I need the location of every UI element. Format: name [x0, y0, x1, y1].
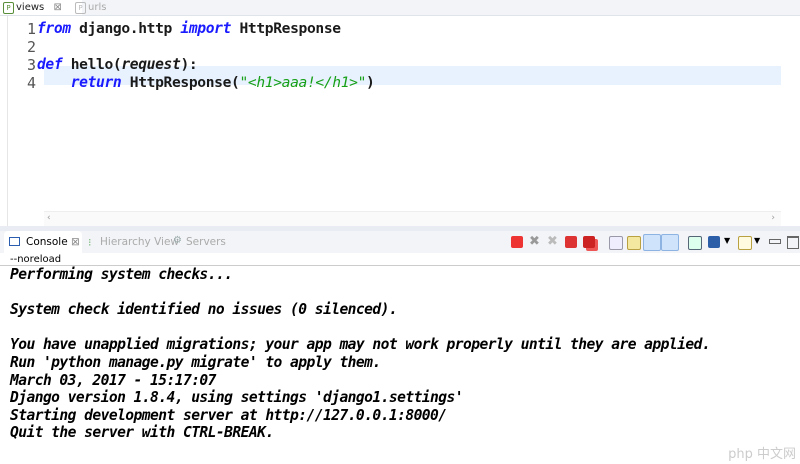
terminate-icon[interactable] [511, 236, 523, 248]
console-tab-bar: Console ⊠ ⁝ Hierarchy View ⚙ Servers [0, 231, 800, 253]
code-token: HttpResponse( [121, 74, 240, 91]
code-editor[interactable] [7, 16, 800, 226]
line-number: 4 [26, 74, 36, 92]
code-token: request [121, 56, 181, 73]
open-console-icon[interactable] [738, 236, 752, 250]
editor-tab-bar: Pviews ⊠ Purls [0, 0, 800, 16]
chevron-down-icon[interactable]: ▼ [724, 236, 730, 245]
terminate-relaunch-icon[interactable] [565, 236, 577, 248]
line-number: 2 [26, 38, 36, 56]
servers-icon: ⚙ [173, 235, 182, 246]
console-line: Run 'python manage.py migrate' to apply … [10, 353, 381, 371]
code-token: ) [366, 74, 375, 91]
chevron-down-icon[interactable]: ▼ [754, 236, 760, 245]
show-on-stdout-icon[interactable] [643, 234, 661, 251]
line-number: 3 [26, 56, 36, 74]
tab-console[interactable]: Console ⊠ [4, 231, 82, 253]
console-output[interactable]: Performing system checks... System check … [10, 266, 711, 442]
remove-all-icon[interactable]: ✖ [547, 235, 559, 248]
code-token: HttpResponse [231, 20, 341, 37]
tab-hierarchy-view[interactable]: Hierarchy View [100, 235, 179, 249]
horizontal-scrollbar[interactable]: ‹ › [44, 211, 781, 226]
code-token: django.http [70, 20, 181, 37]
code-line: return HttpResponse("<h1>aaa!</h1>") [37, 74, 375, 92]
terminate-all-icon[interactable] [583, 236, 595, 248]
console-line: Django version 1.8.4, using settings 'dj… [10, 389, 464, 407]
line-number: 1 [26, 20, 36, 38]
remove-launch-icon[interactable]: ✖ [529, 235, 541, 248]
python-file-icon: P [75, 2, 86, 14]
console-line: Performing system checks... [10, 266, 233, 283]
python-file-icon: P [3, 2, 14, 14]
code-token: "<h1>aaa!</h1>" [239, 74, 367, 91]
code-token: from [37, 20, 71, 37]
code-line: from django.http import HttpResponse [37, 20, 341, 38]
code-token: return [70, 74, 122, 91]
close-icon[interactable]: ⊠ [71, 235, 80, 249]
console-line: Quit the server with CTRL-BREAK. [10, 424, 274, 442]
hierarchy-icon: ⁝ [88, 236, 92, 249]
code-token: hello( [62, 56, 122, 73]
display-console-icon[interactable] [708, 236, 720, 248]
console-process-label: --noreload [0, 253, 800, 266]
maximize-icon[interactable] [787, 236, 799, 249]
code-token: ): [180, 56, 198, 73]
minimize-icon[interactable] [769, 239, 781, 244]
code-token: import [180, 20, 232, 37]
code-line: def hello(request): [37, 56, 198, 74]
pin-console-icon[interactable] [688, 236, 702, 250]
tab-views[interactable]: Pviews ⊠ [0, 0, 82, 15]
close-icon[interactable]: ⊠ [53, 2, 61, 13]
console-icon [9, 237, 20, 246]
tab-servers[interactable]: Servers [186, 235, 226, 249]
code-token: def [37, 56, 63, 73]
console-line: Starting development server at http://12… [10, 406, 447, 424]
console-line: You have unapplied migrations; your app … [10, 336, 711, 354]
console-line: March 03, 2017 - 15:17:07 [10, 371, 216, 389]
console-line: System check identified no issues (0 sil… [10, 301, 398, 319]
watermark-logo: php 中文网 [728, 447, 796, 462]
clear-console-icon[interactable] [609, 236, 623, 250]
show-on-stderr-icon[interactable] [661, 234, 679, 251]
scroll-lock-icon[interactable] [627, 236, 641, 250]
tab-urls[interactable]: Purls [72, 0, 106, 15]
